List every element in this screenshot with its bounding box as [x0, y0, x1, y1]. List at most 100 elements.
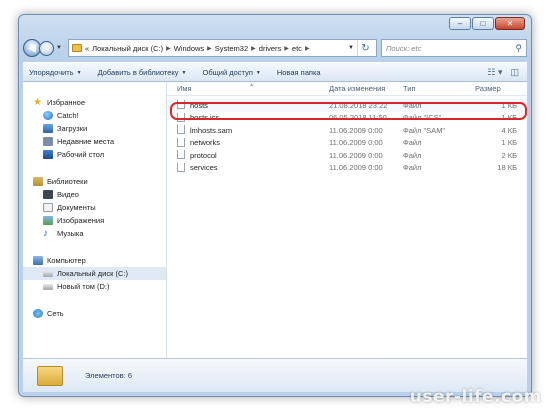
breadcrumb-item[interactable]: Windows [174, 44, 204, 53]
sidebar-item-documents[interactable]: Документы [23, 201, 166, 214]
breadcrumb-item[interactable]: System32 [215, 44, 248, 53]
file-name: hosts.ics [190, 113, 220, 123]
chevron-right-icon[interactable]: ▶ [305, 45, 310, 52]
chevron-right-icon[interactable]: ▶ [166, 45, 171, 52]
sidebar-item-pictures[interactable]: Изображения [23, 214, 166, 227]
explorer-window: – □ ✕ ◀ ▶ ▼ « Локальный диск (C:) ▶ Wind… [18, 14, 532, 397]
maximize-button[interactable]: □ [472, 17, 494, 30]
sidebar-item-desktop[interactable]: Рабочий стол [23, 148, 166, 161]
file-type: Файл "ICS" [403, 113, 442, 123]
file-date: 11.06.2009 0:00 [329, 125, 383, 135]
file-date: 11.06.2009 0:00 [329, 138, 383, 148]
file-icon [177, 112, 185, 122]
sidebar-header-network[interactable]: Сеть [23, 307, 166, 320]
minimize-button[interactable]: – [449, 17, 471, 30]
file-size: 4 КБ [501, 125, 517, 135]
organize-button[interactable]: Упорядочить ▼ [29, 68, 82, 77]
search-input[interactable]: Поиск: etc ⚲ [381, 39, 527, 57]
sidebar-header-libraries[interactable]: Библиотеки [23, 175, 166, 188]
forward-button[interactable]: ▶ [39, 40, 54, 56]
computer-group: Компьютер Локальный диск (C:) Новый том … [23, 254, 166, 293]
table-row[interactable]: lmhosts.sam 11.06.2009 0:00 Файл "SAM" 4… [167, 124, 527, 137]
add-to-library-button[interactable]: Добавить в библиотеку ▼ [98, 68, 187, 77]
close-button[interactable]: ✕ [495, 17, 525, 30]
libraries-group: Библиотеки Видео Документы Изображения ♪… [23, 175, 166, 240]
chevron-right-icon[interactable]: ▶ [207, 45, 212, 52]
file-size: 1 КБ [501, 138, 517, 148]
breadcrumb-item[interactable]: etc [292, 44, 302, 53]
column-header-type[interactable]: Тип [399, 84, 471, 93]
file-name: protocol [190, 150, 217, 160]
downloads-icon [43, 124, 53, 133]
refresh-icon[interactable]: ↻ [357, 40, 373, 56]
sidebar-item-video[interactable]: Видео [23, 188, 166, 201]
documents-icon [43, 203, 53, 212]
chevron-right-icon[interactable]: ▶ [284, 45, 289, 52]
file-list: ▲ Имя Дата изменения Тип Размер hosts 21… [167, 82, 527, 359]
file-date: 11.06.2009 0:00 [329, 150, 383, 160]
table-row[interactable]: hosts 21.08.2018 23:22 Файл 1 КБ [167, 99, 527, 112]
catch-icon [43, 111, 53, 120]
sidebar-item-recent-places[interactable]: Недавние места [23, 135, 166, 148]
network-group: Сеть [23, 307, 166, 320]
nav-arrows: ◀ ▶ ▼ [23, 39, 64, 57]
sort-arrow-icon: ▲ [249, 82, 254, 88]
sidebar-item-downloads[interactable]: Загрузки [23, 122, 166, 135]
file-icon [177, 137, 185, 147]
file-type: Файл [403, 100, 422, 110]
file-type: Файл [403, 163, 422, 173]
file-type: Файл [403, 150, 422, 160]
file-type: Файл [403, 138, 422, 148]
file-name: networks [190, 138, 221, 148]
file-size: 1 КБ [501, 100, 517, 110]
new-folder-button[interactable]: Новая папка [277, 68, 321, 77]
address-bar[interactable]: « Локальный диск (C:) ▶ Windows ▶ System… [67, 39, 377, 57]
column-header-date[interactable]: Дата изменения [325, 84, 399, 93]
desktop-icon [43, 150, 53, 159]
address-history-dropdown[interactable]: ▼ [348, 45, 354, 51]
column-header-size[interactable]: Размер [471, 84, 523, 93]
music-icon: ♪ [43, 228, 48, 239]
table-row[interactable]: hosts.ics 06.05.2018 11:50 Файл "ICS" 1 … [167, 112, 527, 125]
table-row[interactable]: protocol 11.06.2009 0:00 Файл 2 КБ [167, 149, 527, 162]
sidebar-header-favorites[interactable]: ★ Избранное [23, 96, 166, 109]
breadcrumb-item[interactable]: Локальный диск (C:) [92, 44, 163, 53]
navigation-pane: ★ Избранное Catch! Загрузки Недавние мес… [23, 82, 167, 359]
file-icon [177, 100, 185, 110]
recent-places-icon [43, 137, 53, 146]
caption-buttons: – □ ✕ [449, 17, 525, 30]
pictures-icon [43, 216, 53, 225]
breadcrumb-item[interactable]: drivers [259, 44, 282, 53]
favorites-group: ★ Избранное Catch! Загрузки Недавние мес… [23, 96, 166, 161]
chevron-right-icon[interactable]: ▶ [251, 45, 256, 52]
view-options-icon[interactable]: ☷ ▾ [487, 67, 502, 78]
file-name: services [190, 163, 218, 173]
file-size: 2 КБ [501, 150, 517, 160]
libraries-icon [33, 177, 43, 186]
file-date: 21.08.2018 23:22 [329, 100, 388, 110]
table-row[interactable]: networks 11.06.2009 0:00 Файл 1 КБ [167, 137, 527, 150]
sidebar-item-drive-c[interactable]: Локальный диск (C:) [23, 267, 166, 280]
file-name: lmhosts.sam [190, 125, 233, 135]
recent-pages-dropdown[interactable]: ▼ [56, 45, 62, 51]
file-name: hosts [190, 100, 208, 110]
sidebar-header-computer[interactable]: Компьютер [23, 254, 166, 267]
preview-pane-icon[interactable]: ◫ [510, 67, 519, 78]
column-header-name[interactable]: Имя [167, 84, 325, 93]
search-placeholder: Поиск: etc [386, 43, 422, 53]
table-row[interactable]: services 11.06.2009 0:00 Файл 18 КБ [167, 162, 527, 175]
file-size: 1 КБ [501, 113, 517, 123]
item-count: Элементов: 6 [85, 371, 133, 380]
sidebar-item-drive-d[interactable]: Новый том (D:) [23, 280, 166, 293]
command-bar: Упорядочить ▼ Добавить в библиотеку ▼ Общи… [23, 62, 527, 82]
sidebar-item-catch[interactable]: Catch! [23, 109, 166, 122]
file-icon [177, 125, 185, 135]
file-icon [177, 162, 185, 172]
breadcrumb-overflow[interactable]: « [85, 44, 89, 53]
share-button[interactable]: Общий доступ ▼ [203, 68, 261, 77]
navigation-bar: ◀ ▶ ▼ « Локальный диск (C:) ▶ Windows ▶ … [23, 37, 527, 59]
sidebar-item-music[interactable]: ♪ Музыка [23, 227, 166, 240]
file-type: Файл "SAM" [403, 125, 446, 135]
list-header: ▲ Имя Дата изменения Тип Размер [167, 82, 527, 96]
search-icon[interactable]: ⚲ [515, 43, 522, 54]
